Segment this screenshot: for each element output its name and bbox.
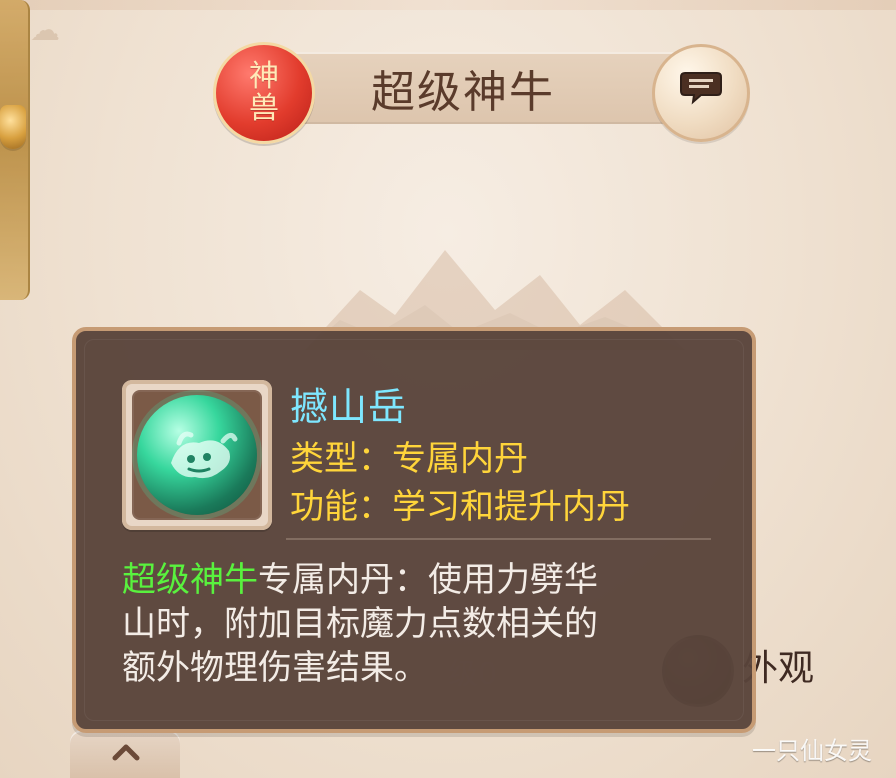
- pet-name-title: 超级神牛: [371, 67, 555, 118]
- top-border: [0, 0, 896, 10]
- green-orb-icon: [137, 395, 257, 515]
- divine-beast-badge: 神 兽: [213, 42, 315, 144]
- watermark: 一只仙女灵: [752, 737, 872, 765]
- description-line-1-rest: 专属内丹：使用力劈华: [258, 560, 598, 600]
- left-rope-decoration: [0, 0, 30, 300]
- bell-icon: [0, 105, 26, 149]
- item-icon-inner: [132, 390, 262, 520]
- beast-emblem-icon: [171, 431, 238, 479]
- description-highlight: 超级神牛: [122, 560, 258, 600]
- chevron-up-icon[interactable]: [112, 742, 140, 762]
- item-description: 超级神牛专属内丹：使用力劈华 山时，附加目标魔力点数相关的 额外物理伤害结果。: [122, 558, 724, 698]
- appearance-label: 外观: [742, 648, 815, 689]
- item-function-value: 学习和提升内丹: [392, 487, 630, 527]
- description-line-3: 额外物理伤害结果。: [122, 648, 428, 688]
- badge-char-1: 神: [249, 59, 279, 94]
- item-type-label: 类型：: [290, 439, 392, 479]
- item-function-line: 功能：学习和提升内丹: [290, 485, 730, 529]
- badge-char-2: 兽: [249, 91, 279, 126]
- item-function-label: 功能：: [290, 487, 392, 527]
- item-type-line: 类型：专属内丹: [290, 437, 710, 481]
- description-line-1: 超级神牛专属内丹：使用力劈华: [122, 558, 724, 602]
- item-name: 撼山岳: [290, 385, 408, 429]
- chat-bubble-icon: [680, 72, 722, 105]
- tooltip-divider: [286, 538, 711, 540]
- cloud-ornament-icon: ☁: [30, 13, 60, 48]
- chat-button[interactable]: [652, 44, 750, 142]
- item-icon-frame: [122, 380, 272, 530]
- item-type-value: 专属内丹: [392, 439, 528, 479]
- description-line-2: 山时，附加目标魔力点数相关的: [122, 604, 598, 644]
